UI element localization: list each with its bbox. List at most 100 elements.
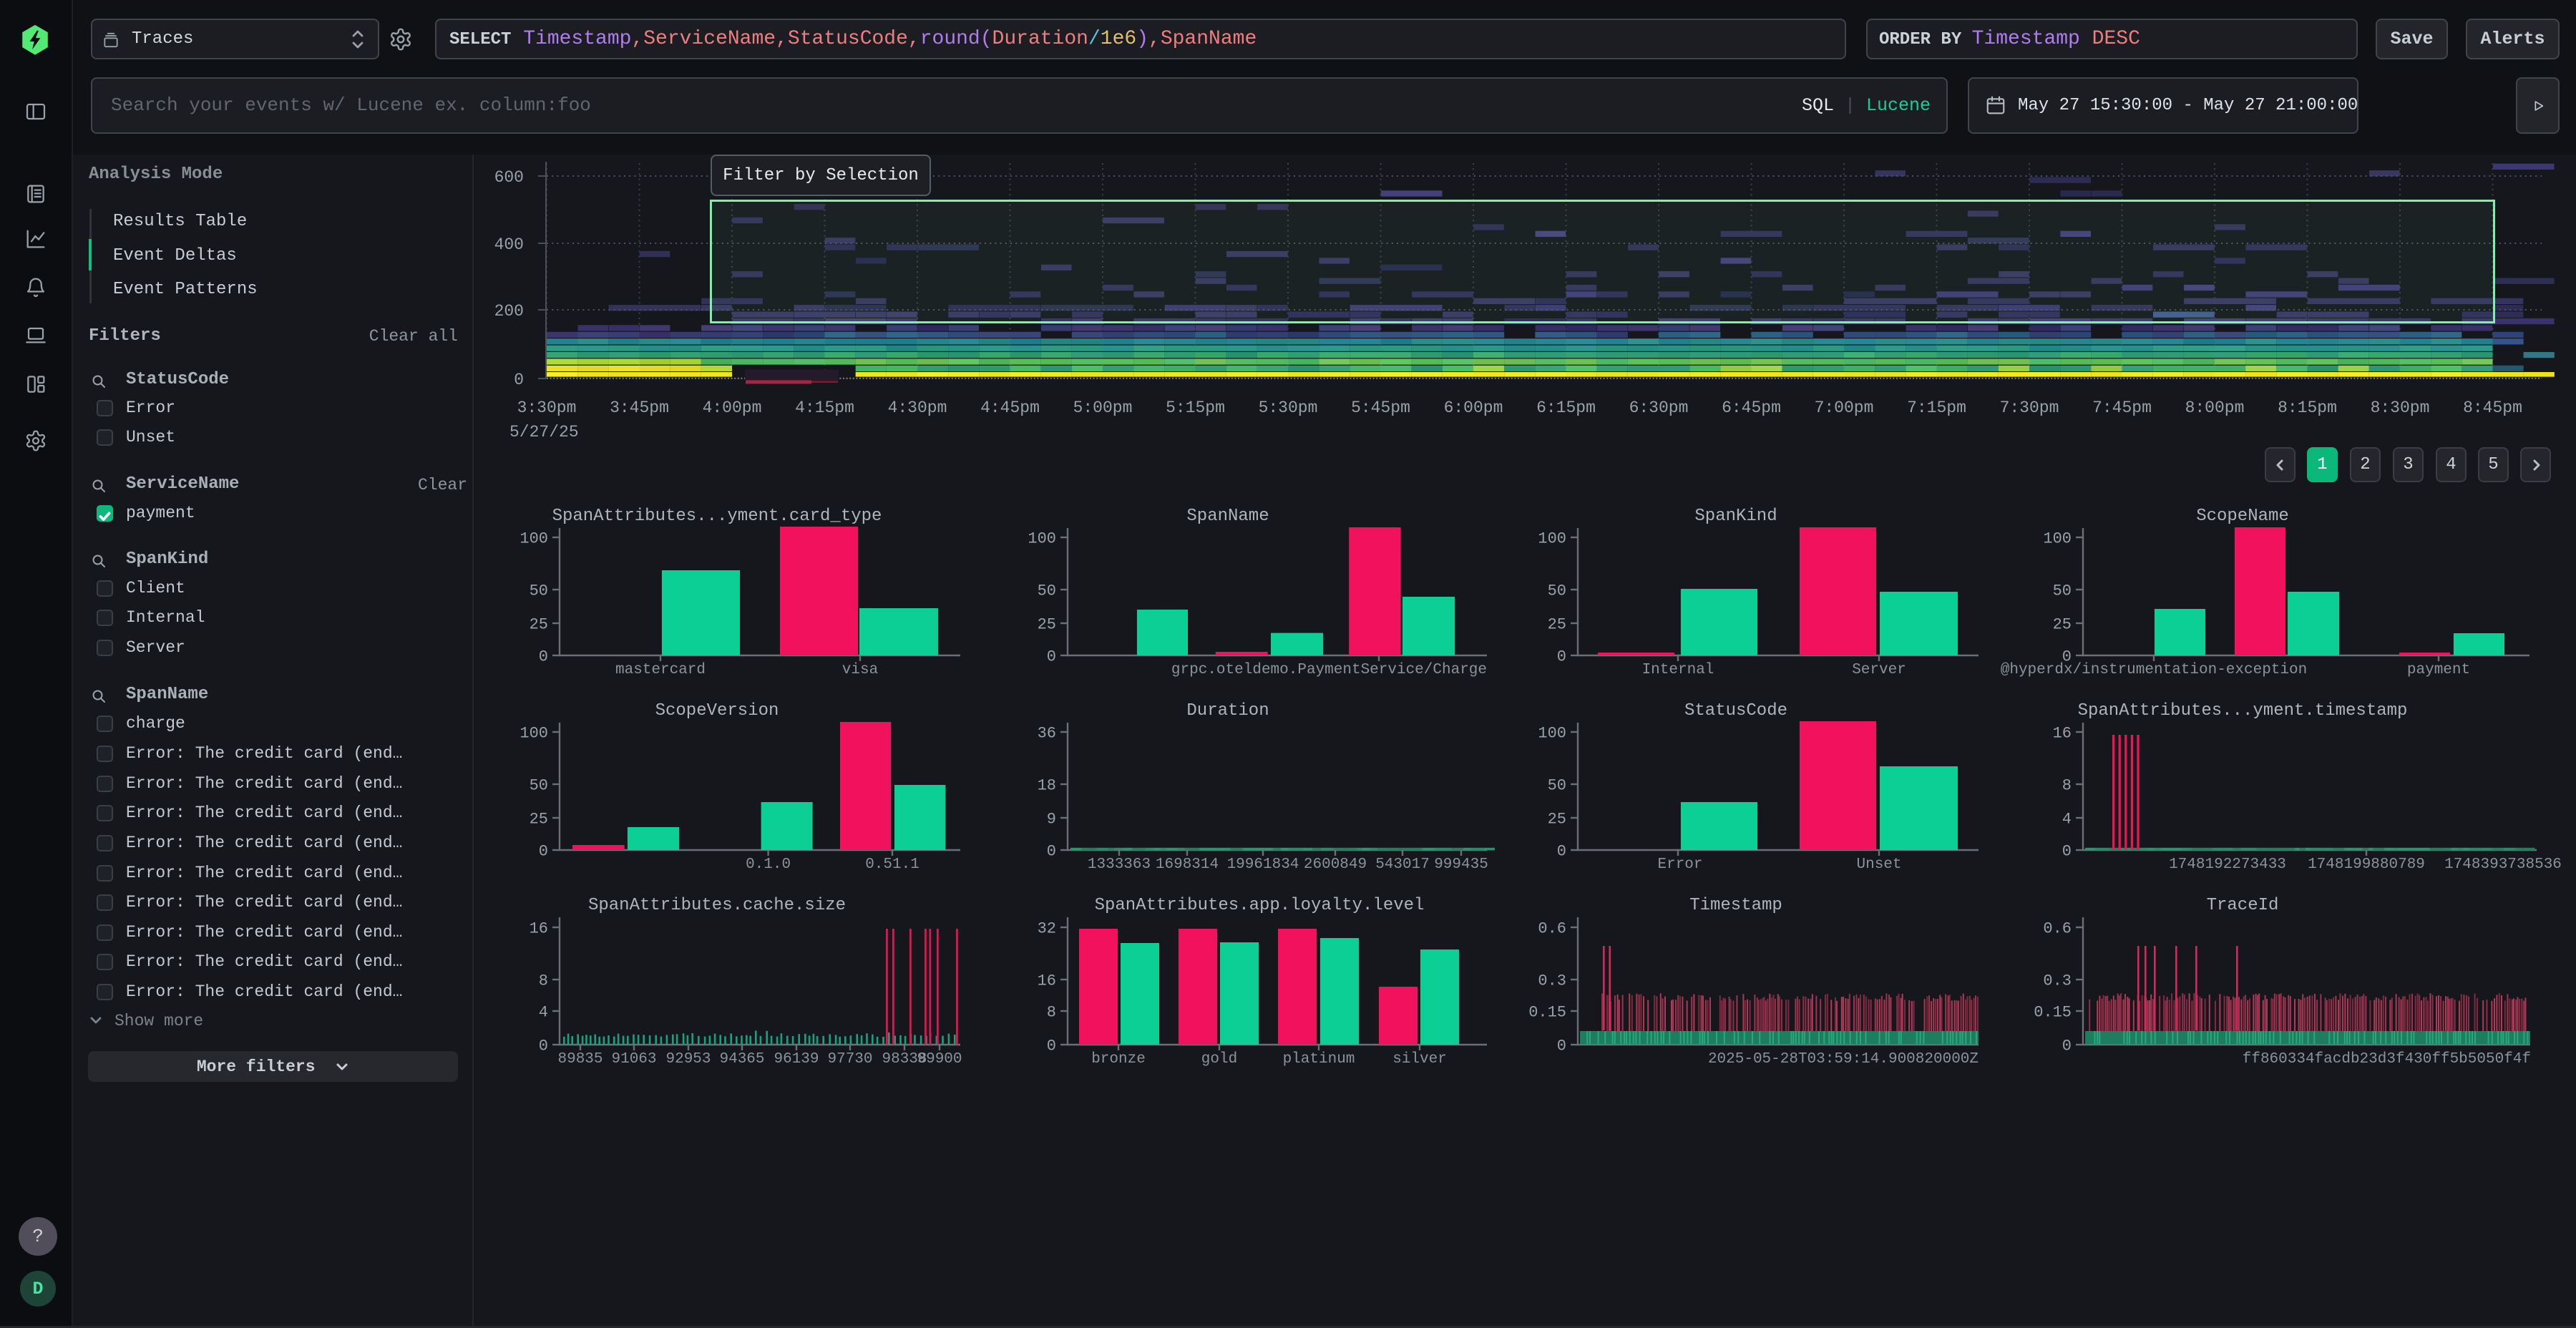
svg-text:0.51.1: 0.51.1: [865, 856, 919, 873]
svg-text:0: 0: [1557, 648, 1566, 666]
svg-text:4:15pm: 4:15pm: [795, 399, 854, 417]
svg-text:1698314: 1698314: [1156, 856, 1219, 873]
svg-text:SpanKind: SpanKind: [1694, 507, 1777, 526]
svg-text:25: 25: [530, 811, 548, 829]
svg-text:600: 600: [494, 168, 524, 187]
svg-text:6:30pm: 6:30pm: [1629, 399, 1689, 417]
svg-text:0: 0: [1047, 843, 1056, 861]
svg-text:50: 50: [1548, 777, 1566, 795]
svg-text:Duration: Duration: [1186, 701, 1269, 721]
svg-text:0: 0: [2062, 1038, 2072, 1055]
svg-text:97730: 97730: [827, 1051, 872, 1068]
svg-text:96139: 96139: [774, 1051, 819, 1068]
svg-text:ff860334facdb23d3f430ff5b5050f: ff860334facdb23d3f430ff5b5050f4f: [2243, 1051, 2531, 1068]
svg-text:4:00pm: 4:00pm: [703, 399, 762, 417]
svg-text:Error: Error: [1657, 856, 1702, 873]
svg-text:6:00pm: 6:00pm: [1444, 399, 1503, 417]
svg-text:grpc.oteldemo.PaymentService/C: grpc.oteldemo.PaymentService/Charge: [1171, 662, 1487, 678]
svg-text:4:30pm: 4:30pm: [888, 399, 947, 417]
svg-text:200: 200: [494, 302, 524, 321]
svg-text:543017: 543017: [1375, 856, 1430, 873]
svg-text:0: 0: [1047, 1038, 1056, 1055]
svg-text:8:45pm: 8:45pm: [2463, 399, 2522, 417]
svg-text:SpanName: SpanName: [1186, 507, 1269, 526]
svg-text:50: 50: [530, 777, 548, 795]
svg-text:50: 50: [2053, 582, 2072, 600]
svg-text:100: 100: [1028, 530, 1056, 548]
svg-text:100: 100: [519, 725, 548, 743]
svg-text:9: 9: [1047, 811, 1056, 829]
svg-text:16: 16: [2053, 725, 2072, 743]
svg-text:5:30pm: 5:30pm: [1259, 399, 1318, 417]
svg-text:Unset: Unset: [1856, 856, 1901, 873]
svg-text:7:30pm: 7:30pm: [2000, 399, 2059, 417]
svg-text:100: 100: [2043, 530, 2072, 548]
svg-text:400: 400: [494, 235, 524, 254]
svg-text:89835: 89835: [557, 1051, 602, 1068]
svg-text:5:45pm: 5:45pm: [1351, 399, 1410, 417]
svg-text:4: 4: [539, 1004, 548, 1022]
svg-text:0.6: 0.6: [2043, 920, 2072, 938]
svg-text:5/27/25: 5/27/25: [509, 423, 579, 441]
svg-text:100: 100: [1538, 530, 1566, 548]
svg-text:1748393738536: 1748393738536: [2444, 856, 2562, 873]
svg-text:25: 25: [2053, 616, 2072, 634]
svg-text:3:30pm: 3:30pm: [517, 399, 577, 417]
svg-text:6:15pm: 6:15pm: [1536, 399, 1596, 417]
svg-text:7:00pm: 7:00pm: [1815, 399, 1874, 417]
svg-text:0.15: 0.15: [2034, 1004, 2072, 1022]
svg-text:99900: 99900: [917, 1051, 962, 1068]
svg-text:32: 32: [1038, 920, 1056, 938]
svg-text:SpanAttributes.cache.size: SpanAttributes.cache.size: [588, 896, 846, 915]
svg-text:SpanAttributes.app.loyalty.lev: SpanAttributes.app.loyalty.level: [1095, 896, 1425, 915]
svg-text:3:45pm: 3:45pm: [610, 399, 669, 417]
svg-text:25: 25: [530, 616, 548, 634]
svg-text:0.3: 0.3: [2043, 972, 2072, 990]
svg-text:8:00pm: 8:00pm: [2185, 399, 2245, 417]
svg-text:0: 0: [1557, 1038, 1566, 1055]
svg-text:Timestamp: Timestamp: [1689, 896, 1782, 915]
svg-text:bronze: bronze: [1091, 1051, 1146, 1068]
svg-text:1748199880789: 1748199880789: [2308, 856, 2425, 873]
svg-text:@hyperdx/instrumentation-excep: @hyperdx/instrumentation-exception: [2001, 662, 2307, 678]
svg-text:50: 50: [530, 582, 548, 600]
svg-text:8: 8: [2062, 777, 2072, 795]
svg-text:Server: Server: [1852, 662, 1906, 678]
svg-text:0.3: 0.3: [1538, 972, 1566, 990]
svg-text:gold: gold: [1201, 1051, 1237, 1068]
svg-text:4:45pm: 4:45pm: [980, 399, 1040, 417]
svg-text:25: 25: [1548, 811, 1566, 829]
svg-text:8: 8: [1047, 1004, 1056, 1022]
svg-text:92953: 92953: [665, 1051, 711, 1068]
svg-text:7:15pm: 7:15pm: [1907, 399, 1966, 417]
svg-text:0: 0: [539, 1038, 548, 1055]
svg-text:0: 0: [514, 371, 524, 389]
svg-text:ScopeName: ScopeName: [2196, 507, 2289, 526]
svg-text:2600849: 2600849: [1304, 856, 1367, 873]
svg-text:ScopeVersion: ScopeVersion: [655, 701, 779, 721]
svg-text:100: 100: [519, 530, 548, 548]
svg-text:silver: silver: [1392, 1051, 1447, 1068]
svg-text:7:45pm: 7:45pm: [2092, 399, 2152, 417]
svg-text:8:30pm: 8:30pm: [2371, 399, 2430, 417]
svg-text:payment: payment: [2407, 662, 2470, 678]
svg-text:TraceId: TraceId: [2207, 896, 2279, 915]
svg-text:25: 25: [1548, 616, 1566, 634]
svg-text:0: 0: [539, 843, 548, 861]
svg-text:16: 16: [1038, 972, 1056, 990]
svg-text:8: 8: [539, 972, 548, 990]
svg-text:SpanAttributes...yment.timesta: SpanAttributes...yment.timestamp: [2078, 701, 2408, 721]
svg-text:platinum: platinum: [1283, 1051, 1355, 1068]
svg-text:0: 0: [539, 648, 548, 666]
svg-text:1333363: 1333363: [1088, 856, 1151, 873]
svg-text:94365: 94365: [719, 1051, 764, 1068]
svg-text:1748192273433: 1748192273433: [2169, 856, 2286, 873]
svg-text:0.1.0: 0.1.0: [746, 856, 791, 873]
svg-text:5:15pm: 5:15pm: [1166, 399, 1225, 417]
svg-text:18: 18: [1038, 777, 1056, 795]
svg-text:4: 4: [2062, 811, 2072, 829]
svg-text:999435: 999435: [1434, 856, 1488, 873]
svg-text:16: 16: [530, 920, 548, 938]
svg-text:19961834: 19961834: [1227, 856, 1299, 873]
svg-text:50: 50: [1038, 582, 1056, 600]
